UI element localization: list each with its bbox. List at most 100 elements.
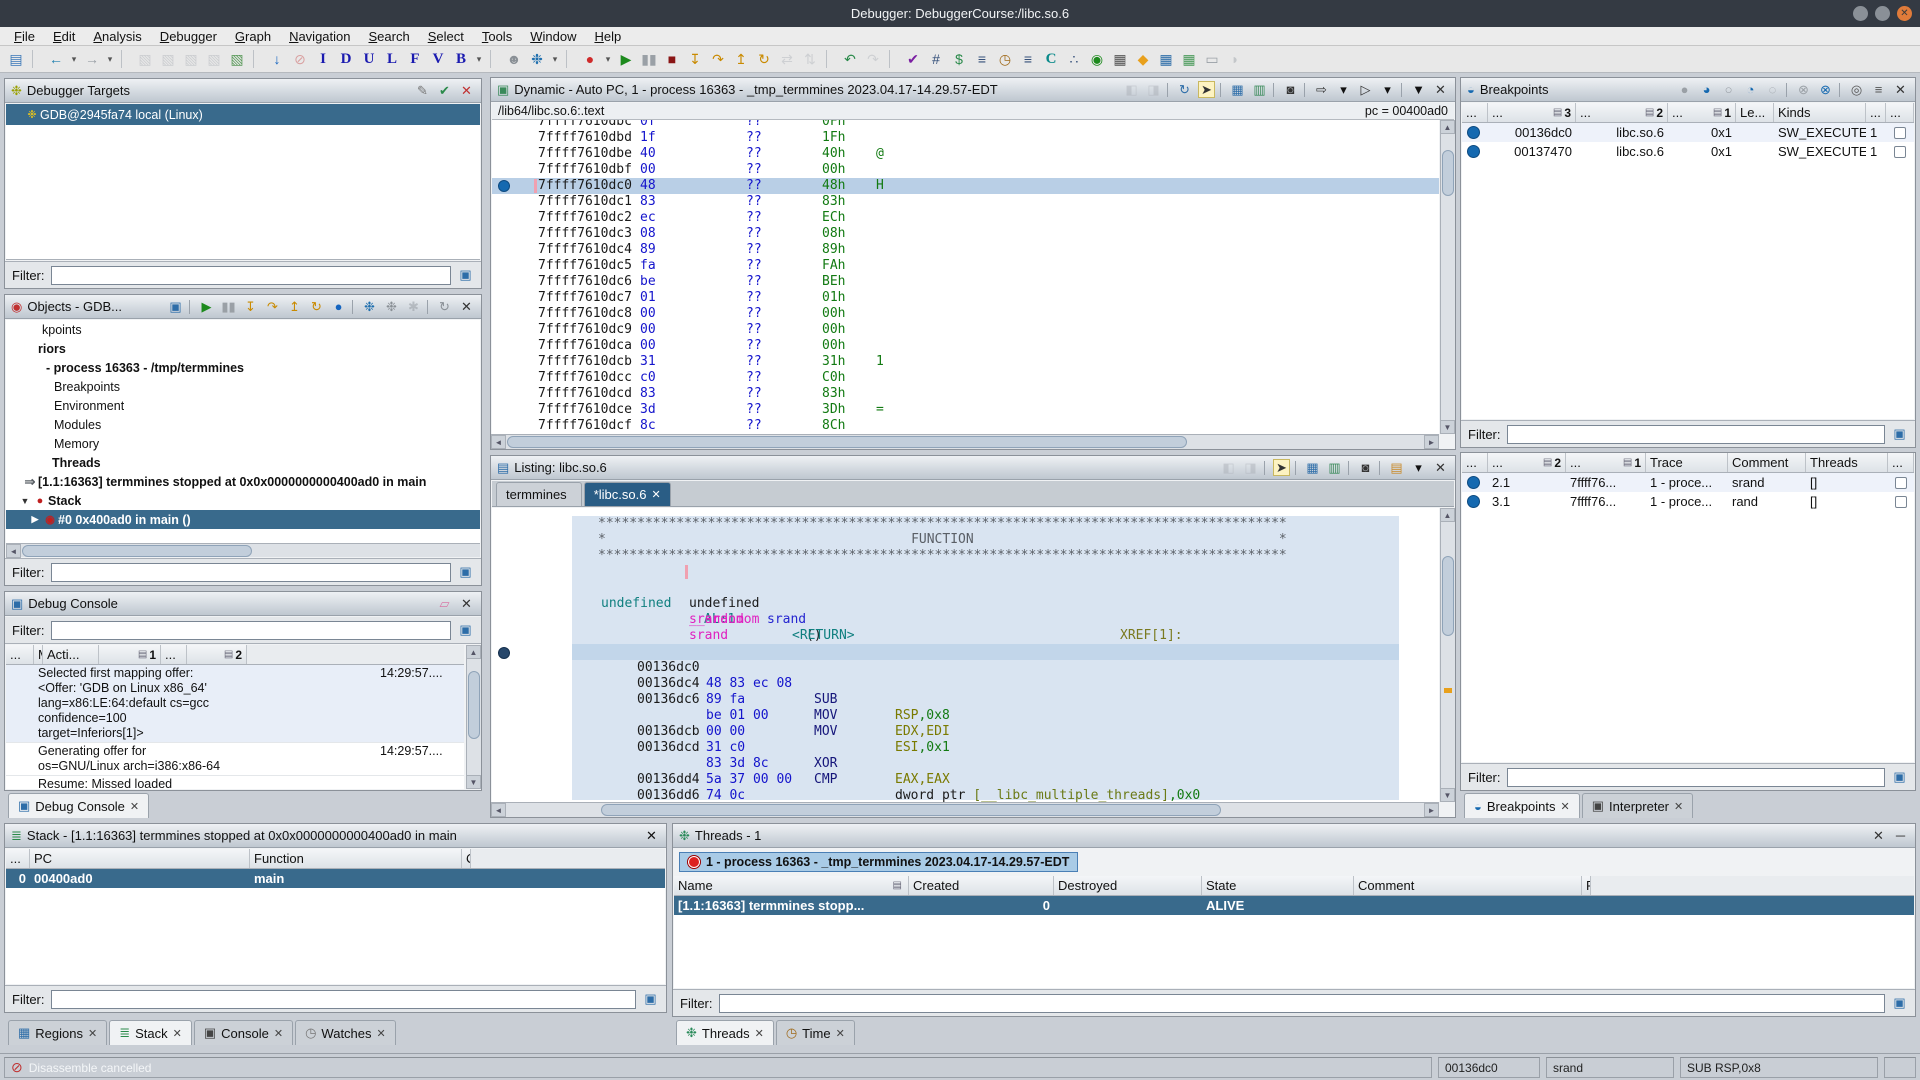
data-float-icon[interactable]: F bbox=[405, 49, 425, 69]
hex-byte[interactable]: 00 bbox=[640, 306, 656, 322]
separator[interactable] bbox=[1379, 461, 1383, 475]
column-header[interactable]: 2 bbox=[187, 645, 247, 664]
error-icon[interactable]: ⊘ bbox=[11, 1059, 23, 1076]
close-icon[interactable]: ✕ bbox=[1432, 459, 1449, 476]
stack-frame-row[interactable]: 0 00400ad0 main bbox=[6, 869, 665, 888]
close-icon[interactable]: ✕ bbox=[1892, 81, 1909, 98]
column-header[interactable]: ... bbox=[6, 849, 30, 868]
paste-icon[interactable]: ◨ bbox=[1145, 81, 1162, 98]
data-undefined-icon[interactable]: U bbox=[359, 49, 379, 69]
expander-icon[interactable]: ▶ bbox=[28, 514, 42, 525]
breakpoint-checkbox[interactable] bbox=[1894, 146, 1906, 158]
thread-row[interactable]: [1.1:16363] termmines stopp... 0 ALIVE bbox=[674, 896, 1914, 915]
step-into-icon[interactable]: ↧ bbox=[685, 49, 705, 69]
column-header[interactable]: Function bbox=[250, 849, 462, 868]
track-cursor-icon[interactable]: ➤ bbox=[1198, 81, 1215, 98]
separator[interactable] bbox=[1273, 83, 1277, 97]
data-caret-icon[interactable]: ▾ bbox=[474, 49, 484, 69]
undo-icon[interactable]: ↶ bbox=[840, 49, 860, 69]
label-row[interactable]: __srandom XREF[1]: Entry Point(*) bbox=[572, 596, 1399, 612]
bottom-tab[interactable]: ▦ Regions ✕ bbox=[8, 1020, 107, 1045]
filter-options-icon[interactable]: ▣ bbox=[1891, 426, 1908, 443]
redo-icon[interactable]: ↷ bbox=[863, 49, 883, 69]
clear-all-icon[interactable]: ⊗ bbox=[1817, 81, 1834, 98]
table-icon[interactable]: ▦ bbox=[1156, 49, 1176, 69]
hex-byte[interactable]: 48 bbox=[640, 178, 656, 194]
tree-item[interactable]: Memory bbox=[6, 434, 480, 453]
column-header[interactable]: Destroyed bbox=[1054, 876, 1202, 895]
menu-item[interactable]: Navigation bbox=[281, 29, 358, 44]
hex-byte[interactable]: 89 bbox=[640, 242, 656, 258]
hex-byte[interactable]: 01 bbox=[640, 290, 656, 306]
list-icon[interactable]: ≡ bbox=[972, 49, 992, 69]
breakpoint-enabled-icon[interactable] bbox=[1467, 476, 1480, 489]
separator[interactable] bbox=[1295, 461, 1299, 475]
listing-vscrollbar[interactable]: ▲ ▼ bbox=[1440, 508, 1455, 802]
interrupt-icon[interactable]: ▮▮ bbox=[220, 298, 237, 315]
enable-all-icon[interactable]: ● bbox=[1676, 81, 1693, 98]
column-header[interactable]: ... bbox=[6, 645, 34, 664]
step-loop-icon[interactable]: ↻ bbox=[308, 298, 325, 315]
objects-header[interactable]: ◉ Objects - GDB... ▣▶▮▮↧↷↥↻●❉❉✱↻✕ bbox=[5, 295, 481, 319]
magnify-icon[interactable]: ◎ bbox=[1848, 81, 1865, 98]
step-out-icon[interactable]: ↥ bbox=[731, 49, 751, 69]
hex-byte[interactable]: 31 bbox=[640, 354, 656, 370]
minimize-icon[interactable]: ─ bbox=[1892, 827, 1909, 844]
instruction-row[interactable]: 00136dd6 f0 LOCK bbox=[572, 772, 1399, 788]
separator[interactable] bbox=[253, 50, 261, 68]
currency-icon[interactable]: $ bbox=[949, 49, 969, 69]
hex-byte[interactable]: 83 bbox=[640, 194, 656, 210]
close-icon[interactable]: ✕ bbox=[1561, 800, 1570, 813]
hex-row[interactable]: 7ffff7610dc7 01 ?? 01h bbox=[492, 290, 1439, 306]
menu-item[interactable]: Help bbox=[586, 29, 629, 44]
separator[interactable] bbox=[352, 300, 356, 314]
copy-special-icon[interactable]: ▧ bbox=[204, 49, 224, 69]
hex-byte[interactable]: 00 bbox=[640, 338, 656, 354]
hex-byte[interactable]: 1f bbox=[640, 130, 656, 146]
hex-row[interactable]: 7ffff7610dc4 89 ?? 89h bbox=[492, 242, 1439, 258]
column-header[interactable]: ...3 bbox=[1488, 103, 1576, 122]
dynamic-vscrollbar[interactable]: ▲ ▼ bbox=[1440, 120, 1455, 434]
instruction-row[interactable]: 00136dc4 89 fa MOV EDX,EDI bbox=[572, 660, 1399, 676]
targets-filter-input[interactable] bbox=[51, 266, 452, 285]
title-bar[interactable]: Debugger: DebuggerCourse:/libc.so.6 ✕ bbox=[0, 0, 1920, 27]
filter-options-icon[interactable]: ▣ bbox=[457, 267, 474, 284]
menu-item[interactable]: Search bbox=[361, 29, 418, 44]
separator[interactable] bbox=[1264, 461, 1268, 475]
data-double-icon[interactable]: D bbox=[336, 49, 356, 69]
tree-item[interactable]: Modules bbox=[6, 415, 480, 434]
target-row[interactable]: ❉ GDB@2945fa74 local (Linux) bbox=[6, 104, 480, 125]
hex-row[interactable]: 7ffff7610dcb 31 ?? 31h 1 bbox=[492, 354, 1439, 370]
instruction-row[interactable]: 00136dd4 74 0c JZ LAB_00136de2 bbox=[572, 756, 1399, 772]
column-header[interactable]: ... bbox=[1886, 103, 1914, 122]
column-header[interactable]: ...1 bbox=[1668, 103, 1736, 122]
record-icon[interactable]: ● bbox=[330, 298, 347, 315]
step-out-icon[interactable]: ↥ bbox=[286, 298, 303, 315]
listing-hscrollbar[interactable]: ◄ ► bbox=[491, 802, 1439, 817]
column-header[interactable]: Created bbox=[909, 876, 1054, 895]
paste-icon[interactable]: ▧ bbox=[135, 49, 155, 69]
hex-row[interactable]: 7ffff7610dc8 00 ?? 00h bbox=[492, 306, 1439, 322]
hex-byte[interactable]: fa bbox=[640, 258, 656, 274]
console-icon[interactable]: ▣ bbox=[167, 298, 184, 315]
clear-list-icon[interactable]: ▭ bbox=[1202, 49, 1222, 69]
paste-special-icon[interactable]: ▧ bbox=[158, 49, 178, 69]
follow-caret-icon[interactable]: ▾ bbox=[1379, 81, 1396, 98]
column-header[interactable]: ...2 bbox=[1488, 453, 1566, 472]
play-circle-icon[interactable]: ◉ bbox=[1087, 49, 1107, 69]
back-caret-icon[interactable]: ▾ bbox=[69, 49, 79, 69]
hex-row[interactable]: 7ffff7610dc9 00 ?? 00h bbox=[492, 322, 1439, 338]
refresh-icon[interactable]: ↻ bbox=[1176, 81, 1193, 98]
hex-byte[interactable]: c0 bbox=[640, 370, 656, 386]
save-icon[interactable]: ▤ bbox=[6, 49, 26, 69]
listing-tab[interactable]: termmines bbox=[496, 482, 582, 506]
separator[interactable] bbox=[826, 50, 834, 68]
expander-icon[interactable]: ▼ bbox=[18, 496, 32, 506]
column-header[interactable]: ... bbox=[1462, 453, 1488, 472]
instruction-row[interactable]: 00136dd7 0f b1 35 CMPXCHG dword ptr [loc… bbox=[572, 788, 1399, 802]
instruction-row[interactable]: 5a 37 00 00 bbox=[572, 740, 1399, 756]
menu-item[interactable]: Tools bbox=[474, 29, 520, 44]
paste-icon[interactable]: ◨ bbox=[1242, 459, 1259, 476]
tree-item[interactable]: ▼ Stack bbox=[6, 491, 480, 510]
diff-icon[interactable]: ▥ bbox=[1251, 81, 1268, 98]
